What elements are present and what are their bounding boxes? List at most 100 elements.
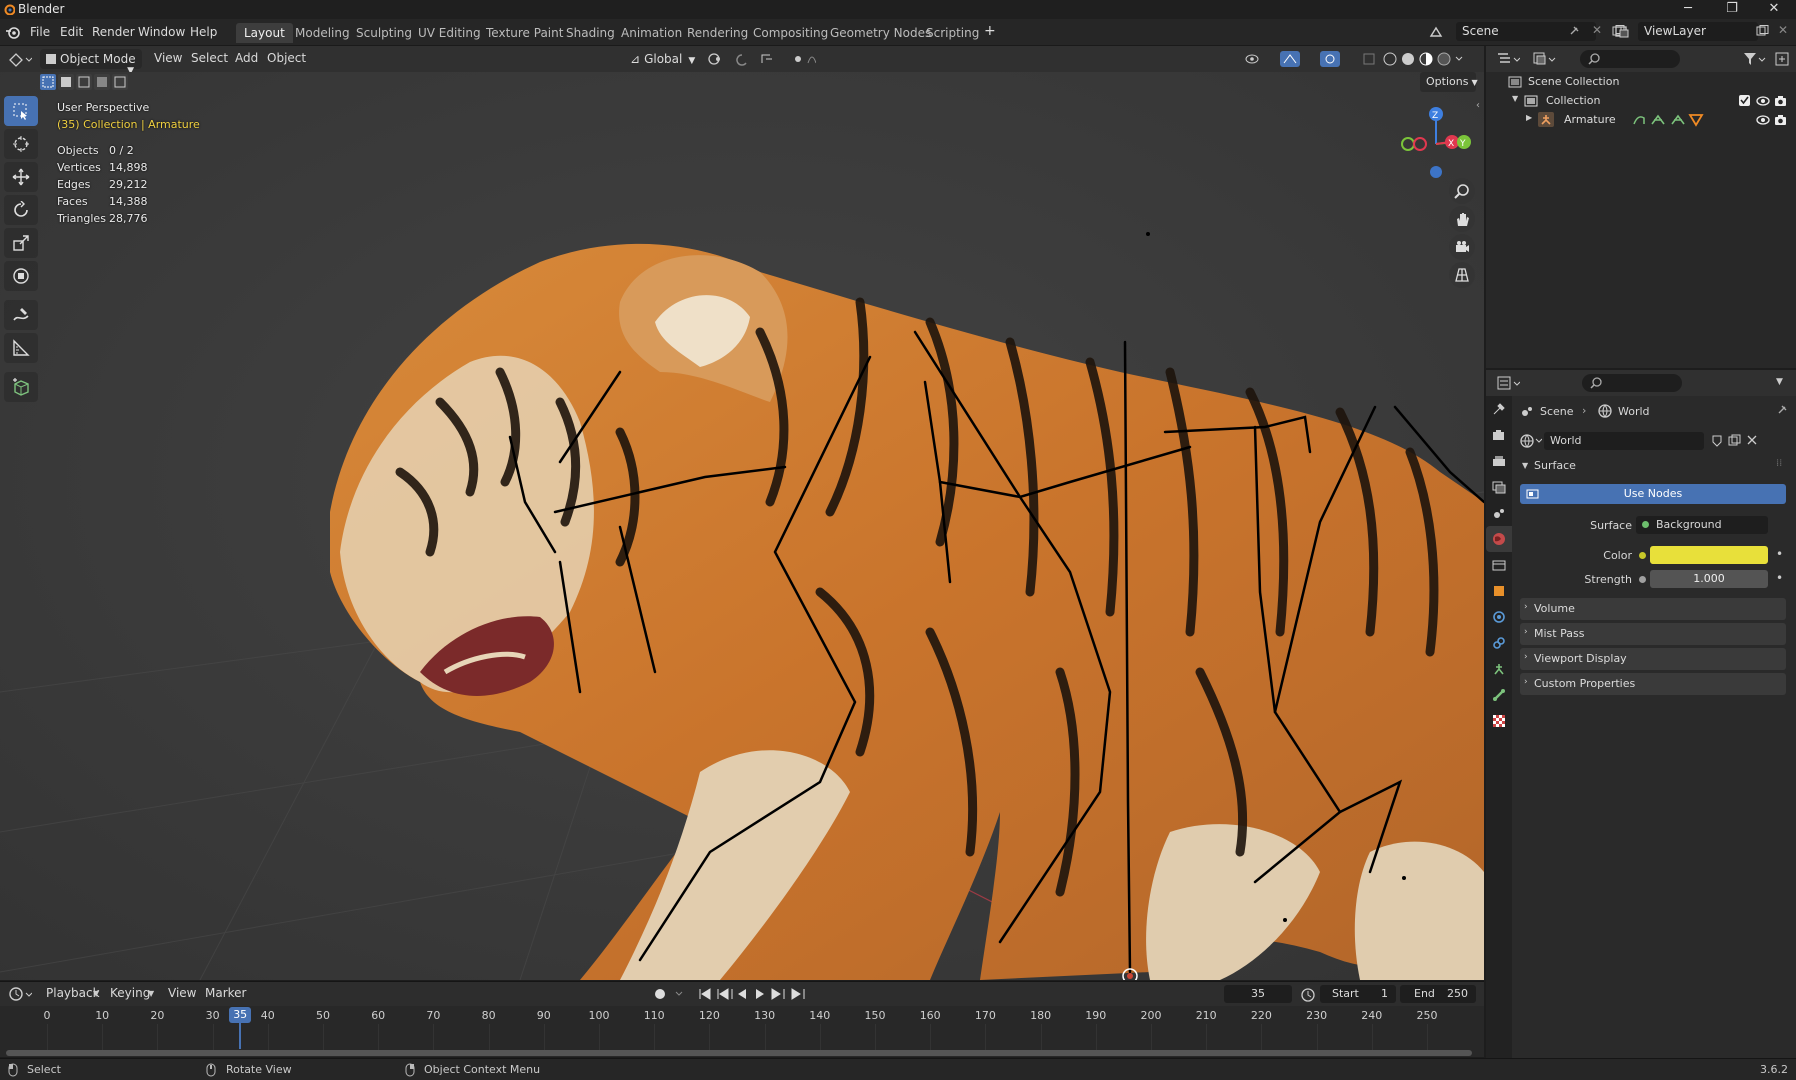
menu-file[interactable]: File xyxy=(30,25,50,39)
rotate-tool[interactable] xyxy=(4,195,38,225)
maximize-button[interactable]: ❐ xyxy=(1710,0,1754,19)
playhead-line[interactable] xyxy=(239,1023,242,1049)
tab-armature-data[interactable] xyxy=(1486,656,1512,682)
menu-edit[interactable]: Edit xyxy=(60,25,83,39)
custom-properties-panel[interactable]: › Custom Properties xyxy=(1520,673,1786,695)
keyframe-dot-icon[interactable]: • xyxy=(1776,547,1783,561)
copy-viewlayer-icon[interactable] xyxy=(1756,25,1770,37)
remove-viewlayer-icon[interactable]: ✕ xyxy=(1778,23,1788,37)
navigation-gizmo[interactable]: Z X Y xyxy=(1396,102,1472,182)
outliner-row-scene-collection[interactable]: Scene Collection xyxy=(1486,72,1796,91)
viewport-shading-controls[interactable] xyxy=(1244,51,1474,67)
visibility-eye-icon[interactable] xyxy=(1756,113,1770,127)
timeline-ruler[interactable]: 0 10 20 30 40 50 60 70 80 90 100 110 120 130 140 150 160… xyxy=(0,1006,1484,1058)
tab-output[interactable] xyxy=(1486,448,1512,474)
scale-tool[interactable] xyxy=(4,228,38,258)
viewport-menu-object[interactable]: Object xyxy=(267,51,306,65)
viewlayer-field[interactable]: ViewLayer xyxy=(1638,22,1758,41)
tab-layout[interactable]: Layout xyxy=(236,23,293,43)
outliner-editor-type-icon[interactable] xyxy=(1496,51,1520,67)
outliner-row-collection[interactable]: ▼ Collection xyxy=(1486,91,1796,110)
add-workspace-button[interactable]: + xyxy=(984,23,996,39)
viewport-menu-view[interactable]: View xyxy=(154,51,182,65)
camera-view-button[interactable] xyxy=(1449,234,1475,260)
menu-help[interactable]: Help xyxy=(190,25,217,39)
viewport-menu-add[interactable]: Add xyxy=(235,51,258,65)
pan-button[interactable] xyxy=(1449,206,1475,232)
pin-icon[interactable] xyxy=(1776,404,1788,416)
menu-render[interactable]: Render xyxy=(92,25,135,39)
snap-pivot-controls[interactable] xyxy=(706,51,816,67)
timeline-menu-marker[interactable]: Marker xyxy=(205,986,246,1000)
world-color-swatch[interactable] xyxy=(1650,546,1768,564)
tab-scene[interactable] xyxy=(1486,500,1512,526)
playhead-frame-indicator[interactable]: 35 xyxy=(229,1007,252,1023)
perspective-toggle-button[interactable] xyxy=(1449,262,1475,288)
pin-icon[interactable] xyxy=(1568,25,1580,37)
options-dropdown[interactable]: Options ▼ xyxy=(1420,72,1478,92)
timeline-editor-type-icon[interactable] xyxy=(8,986,32,1002)
playback-controls[interactable] xyxy=(652,986,812,1002)
timeline-menu-keying[interactable]: Keying xyxy=(110,986,150,1000)
measure-tool[interactable] xyxy=(4,333,38,363)
volume-panel[interactable]: › Volume xyxy=(1520,598,1786,620)
mode-dropdown[interactable]: Object Mode ▼ xyxy=(40,49,142,76)
add-cube-tool[interactable] xyxy=(4,372,38,402)
use-nodes-button[interactable]: Use Nodes xyxy=(1520,484,1786,504)
cursor-tool[interactable] xyxy=(4,129,38,159)
checkbox-checked-icon[interactable] xyxy=(1738,94,1752,108)
filter-icon[interactable] xyxy=(1742,51,1766,67)
tab-physics[interactable] xyxy=(1486,604,1512,630)
surface-section-title[interactable]: Surface xyxy=(1534,459,1576,472)
properties-search-input[interactable] xyxy=(1582,374,1682,392)
outliner[interactable]: Scene Collection ▼ Collection ▶ Armature xyxy=(1486,46,1796,368)
tab-view-layer[interactable] xyxy=(1486,474,1512,500)
breadcrumb-scene[interactable]: Scene xyxy=(1540,405,1574,418)
blender-menu-icon[interactable] xyxy=(5,25,21,39)
timeline-scrollbar[interactable] xyxy=(6,1050,1472,1056)
chevron-down-icon[interactable]: ▼ xyxy=(1776,377,1783,387)
render-camera-icon[interactable] xyxy=(1774,113,1788,127)
move-tool[interactable] xyxy=(4,162,38,192)
remove-scene-icon[interactable]: ✕ xyxy=(1592,23,1602,37)
3d-viewport[interactable]: Z X Y Options ▼ ‹ xyxy=(0,72,1484,980)
outliner-search-input[interactable] xyxy=(1580,50,1680,68)
close-button[interactable]: ✕ xyxy=(1752,0,1796,19)
expand-arrow-icon[interactable]: ▶ xyxy=(1526,113,1532,122)
tab-tool[interactable] xyxy=(1486,396,1512,422)
mist-pass-panel[interactable]: › Mist Pass xyxy=(1520,623,1786,645)
tab-render[interactable] xyxy=(1486,422,1512,448)
world-datablock-buttons[interactable] xyxy=(1710,434,1790,448)
outliner-row-armature[interactable]: ▶ Armature xyxy=(1486,110,1796,129)
timeline-menu-view[interactable]: View xyxy=(168,986,196,1000)
sidebar-toggle-icon[interactable]: ‹ xyxy=(1476,100,1480,111)
properties-editor[interactable]: ▼ Scene › World World ▼ Surface ⁞⁞ Use N… xyxy=(1486,370,1796,1058)
display-mode-icon[interactable] xyxy=(1532,51,1556,67)
start-frame-field[interactable]: Start 1 xyxy=(1320,985,1396,1003)
tab-texture[interactable] xyxy=(1486,708,1512,734)
minimize-button[interactable]: ─ xyxy=(1666,0,1710,19)
selection-mode-buttons[interactable] xyxy=(40,74,128,90)
tab-modeling[interactable]: Modeling xyxy=(287,23,358,43)
viewport-display-panel[interactable]: › Viewport Display xyxy=(1520,648,1786,670)
expand-arrow-icon[interactable]: ▼ xyxy=(1512,94,1518,103)
world-name-field[interactable]: World xyxy=(1544,432,1704,450)
strength-field[interactable]: 1.000 xyxy=(1650,570,1768,588)
tab-object[interactable] xyxy=(1486,578,1512,604)
tab-collection[interactable] xyxy=(1486,552,1512,578)
new-collection-icon[interactable] xyxy=(1774,51,1790,67)
timeline-editor[interactable]: Playback ▼ Keying ▼ View Marker 35 Start… xyxy=(0,981,1484,1057)
breadcrumb-world[interactable]: World xyxy=(1618,405,1650,418)
tab-bone[interactable] xyxy=(1486,682,1512,708)
drag-handle-icon[interactable]: ⁞⁞ xyxy=(1776,458,1782,469)
tab-constraints[interactable] xyxy=(1486,630,1512,656)
surface-shader-field[interactable]: Background xyxy=(1636,516,1768,534)
zoom-button[interactable] xyxy=(1449,178,1475,204)
transform-tool[interactable] xyxy=(4,261,38,291)
editor-type-icon[interactable] xyxy=(8,51,32,67)
orientation-dropdown[interactable]: ⊿ Global ▼ xyxy=(624,49,696,69)
render-camera-icon[interactable] xyxy=(1774,94,1788,108)
viewport-menu-select[interactable]: Select xyxy=(191,51,228,65)
tab-uv-editing[interactable]: UV Editing xyxy=(410,23,489,43)
tab-scripting[interactable]: Scripting xyxy=(918,23,987,43)
